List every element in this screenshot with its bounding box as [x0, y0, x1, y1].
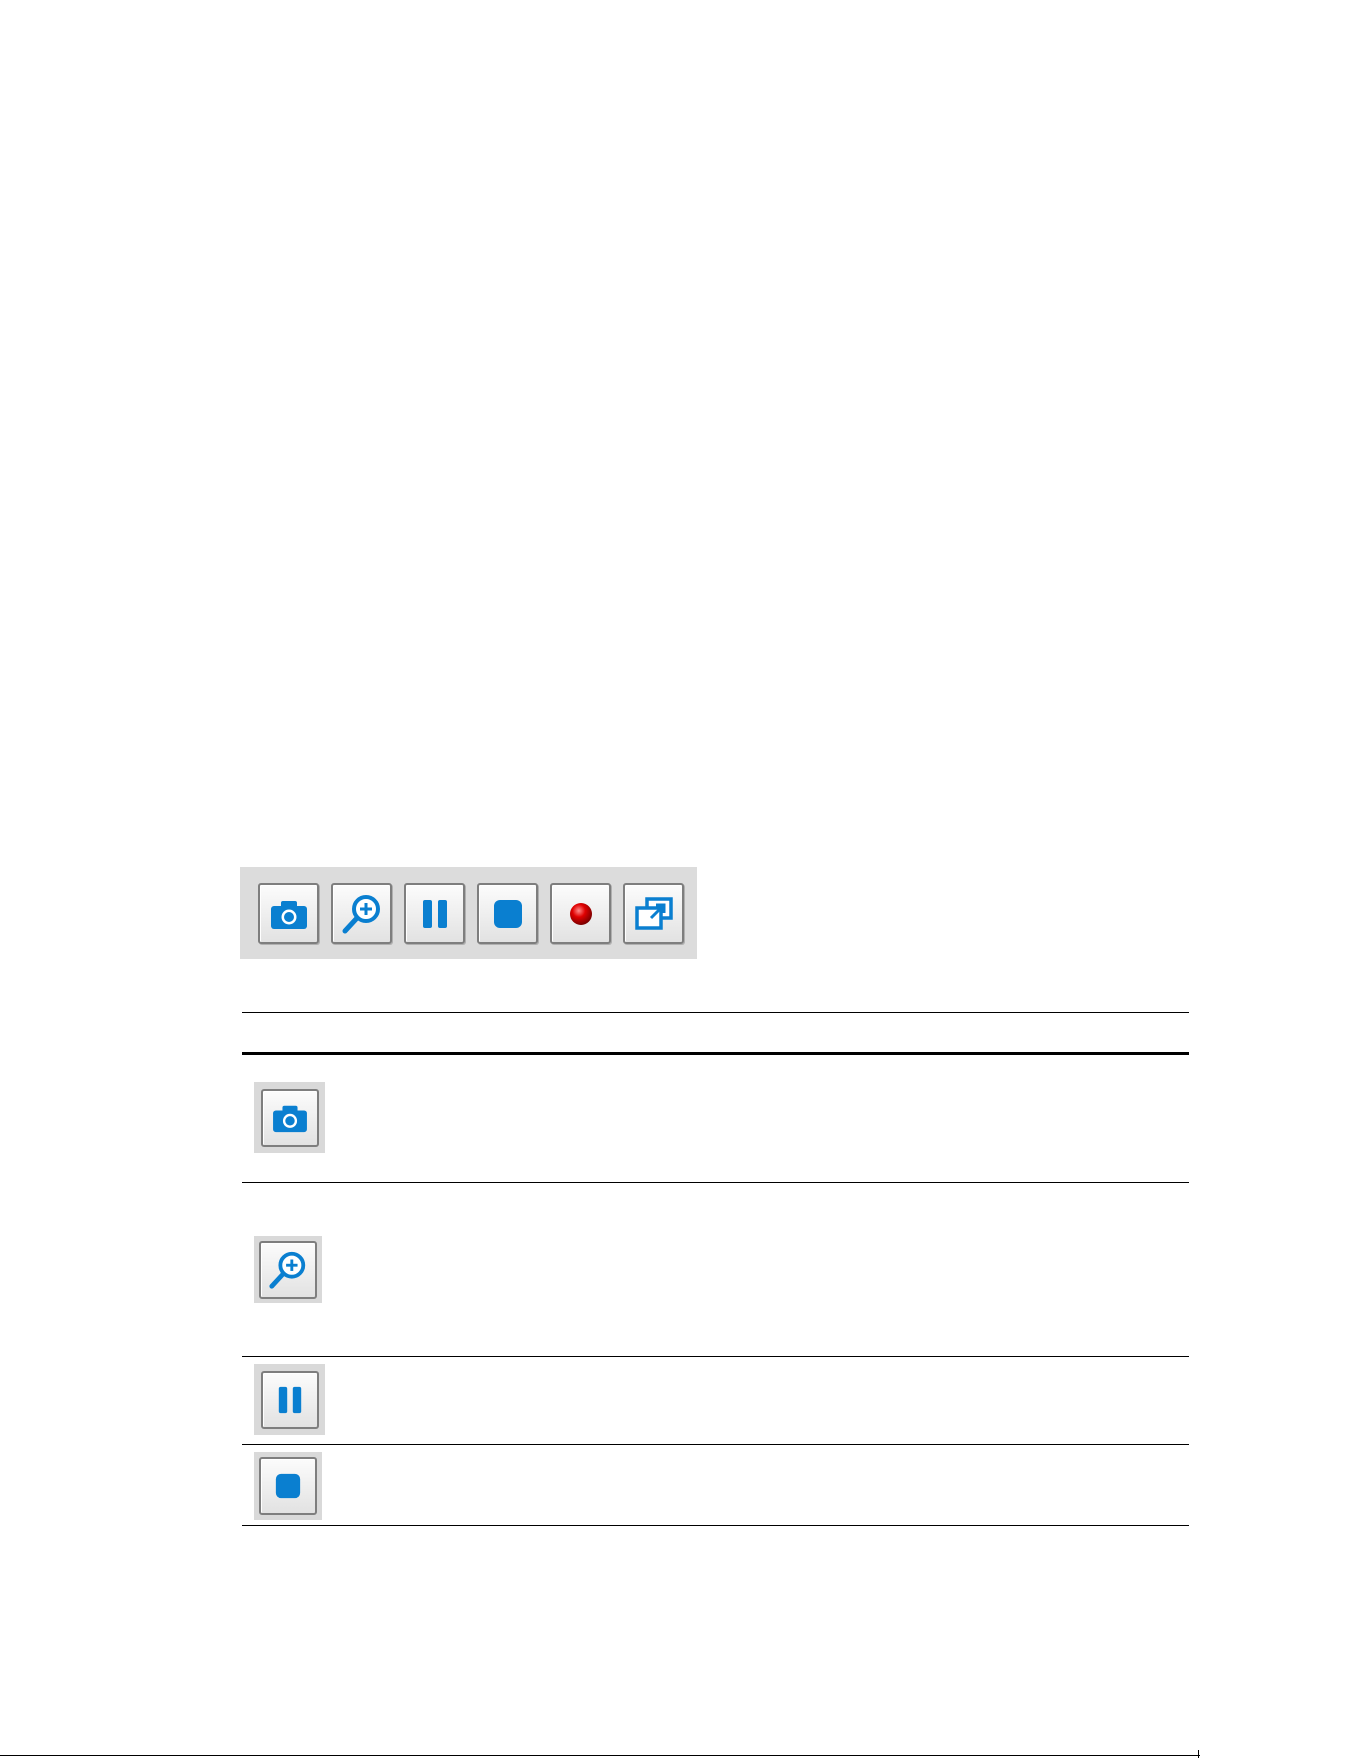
table-row: [254, 1452, 322, 1520]
table-top-rule: [242, 1012, 1189, 1013]
zoom-in-icon: [269, 1251, 306, 1289]
snapshot-button-figure: [260, 1088, 319, 1147]
footer-tick: [1198, 1750, 1199, 1758]
footer-rule: [0, 1755, 1200, 1756]
table-row-divider: [242, 1356, 1189, 1357]
table-row-divider: [242, 1444, 1189, 1445]
pause-button[interactable]: [404, 883, 465, 944]
table-bottom-rule: [242, 1525, 1189, 1526]
stop-button-figure: [259, 1457, 317, 1515]
stop-icon: [493, 899, 522, 928]
zoom-in-icon: [342, 894, 380, 933]
table-header-rule: [242, 1052, 1189, 1055]
table-row: [254, 1236, 322, 1303]
table-row: [254, 1082, 325, 1153]
digital-zoom-button-figure: [259, 1240, 317, 1299]
record-button[interactable]: [550, 883, 611, 944]
pause-icon: [278, 1386, 301, 1413]
popout-window-icon: [634, 896, 673, 930]
video-toolbar: [240, 867, 697, 959]
camera-icon: [270, 900, 307, 929]
pause-icon: [422, 899, 447, 928]
pause-button-figure: [260, 1370, 319, 1429]
digital-zoom-button[interactable]: [331, 883, 392, 944]
snapshot-button[interactable]: [258, 883, 319, 944]
stop-button[interactable]: [477, 883, 538, 944]
popout-button[interactable]: [623, 883, 684, 944]
table-row: [254, 1364, 325, 1435]
record-icon: [569, 902, 592, 925]
camera-icon: [272, 1105, 307, 1132]
table-row-divider: [242, 1182, 1189, 1183]
stop-icon: [275, 1473, 301, 1499]
